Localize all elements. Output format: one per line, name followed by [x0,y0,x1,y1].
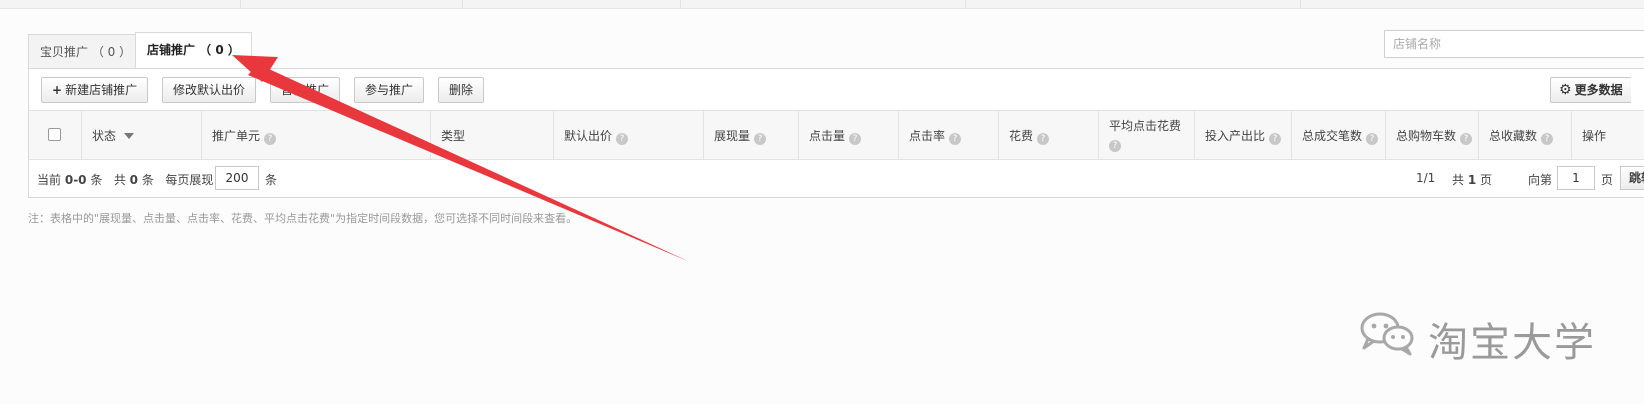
per-page-select[interactable]: 200 [215,166,259,190]
column-label: 操作 [1582,129,1607,143]
help-icon[interactable]: ? [949,133,962,145]
help-icon[interactable]: ? [616,133,629,145]
table-header: 状态 推广单元? 类型 默认出价? 展现量? 点击量? 点击率? 花费? 平均点… [29,110,1644,160]
col-total-cart: 总购物车数? [1386,111,1479,159]
button-label: 删除 [449,83,474,97]
page-status: 1/1 [1416,171,1436,185]
col-status[interactable]: 状态 [82,111,202,159]
help-icon[interactable]: ? [1366,133,1379,145]
col-total-orders: 总成交笔数? [1292,111,1386,159]
button-label: 修改默认出价 [173,83,246,97]
join-promo-button[interactable]: 参与推广 [354,77,425,103]
col-total-favorites: 总收藏数? [1479,111,1572,159]
tab-label: 店铺推广 （ 0 ） [147,43,240,57]
col-clicks: 点击量? [799,111,899,159]
help-icon[interactable]: ? [1460,133,1473,145]
goto-label: 向第 [1528,173,1553,187]
col-cost: 花费? [999,111,1099,159]
column-label: 默认出价 [564,129,613,143]
col-actions: 操作 [1572,111,1644,159]
col-ctr: 点击率? [899,111,999,159]
edit-default-bid-button[interactable]: 修改默认出价 [162,77,257,103]
tab-label: 宝贝推广 （ 0 ） [40,45,132,59]
column-label: 状态 [92,129,117,143]
help-icon[interactable]: ? [264,133,277,145]
button-label: 更多数据 [1574,83,1623,97]
pause-promo-button[interactable]: 暂停推广 [270,77,341,103]
caret-down-icon[interactable] [124,133,135,139]
record-range: 当前 0-0 条 共 0 条 每页展现 [37,173,214,187]
col-avg-cpc: 平均点击花费? [1099,111,1195,159]
top-strip [0,0,1644,9]
store-name-search-input[interactable] [1384,30,1644,58]
select-all-checkbox[interactable] [48,128,61,141]
pagination-bar: 当前 0-0 条 共 0 条 每页展现 200 条 1/1 共 1 页 向第 1… [29,159,1644,197]
column-label: 花费 [1009,129,1034,143]
total-pages: 共 1 页 [1452,173,1493,187]
plus-icon: + [52,83,63,97]
gear-icon: ⚙ [1559,82,1572,98]
column-label: 投入产出比 [1205,129,1266,143]
help-icon[interactable]: ? [1109,140,1121,152]
column-label: 类型 [441,129,466,143]
column-label: 展现量 [714,129,751,143]
col-promo-unit: 推广单元? [202,111,431,159]
delete-button[interactable]: 删除 [438,77,485,103]
help-icon[interactable]: ? [754,133,767,145]
select-all-cell [29,111,82,159]
column-label: 总购物车数 [1396,129,1457,143]
button-label: 参与推广 [365,83,414,97]
help-icon[interactable]: ? [849,133,862,145]
tab-divider [28,68,1644,69]
per-page-unit: 条 [265,173,278,187]
goto-page-input[interactable]: 1 [1557,166,1595,190]
tab-item-promo[interactable]: 宝贝推广 （ 0 ） [28,34,144,68]
new-store-promo-button[interactable]: + 新建店铺推广 [41,77,149,103]
col-impressions: 展现量? [704,111,799,159]
goto-unit: 页 [1601,173,1614,187]
col-roi: 投入产出比? [1195,111,1292,159]
tab-store-promo[interactable]: 店铺推广 （ 0 ） [135,32,252,68]
column-label: 平均点击花费 [1109,119,1182,133]
jump-button[interactable]: 跳转 [1620,166,1644,190]
wechat-icon [1360,312,1414,356]
more-data-button[interactable]: ⚙ 更多数据 [1550,77,1631,103]
column-label: 总成交笔数 [1302,129,1363,143]
column-label: 点击量 [809,129,846,143]
watermark-text: 淘宝大学 [1428,320,1596,366]
help-icon[interactable]: ? [1541,133,1554,145]
help-icon[interactable]: ? [1037,133,1050,145]
help-icon[interactable]: ? [1269,133,1282,145]
column-label: 点击率 [909,129,946,143]
table-note: 注：表格中的"展现量、点击量、点击率、花费、平均点击花费"为指定时间段数据，您可… [28,212,578,225]
column-label: 总收藏数 [1489,129,1538,143]
button-label: 新建店铺推广 [65,83,138,97]
button-label: 暂停推广 [281,83,330,97]
watermark: 淘宝大学 [1356,308,1636,366]
column-label: 推广单元 [212,129,261,143]
col-default-bid: 默认出价? [554,111,704,159]
col-type: 类型 [431,111,554,159]
